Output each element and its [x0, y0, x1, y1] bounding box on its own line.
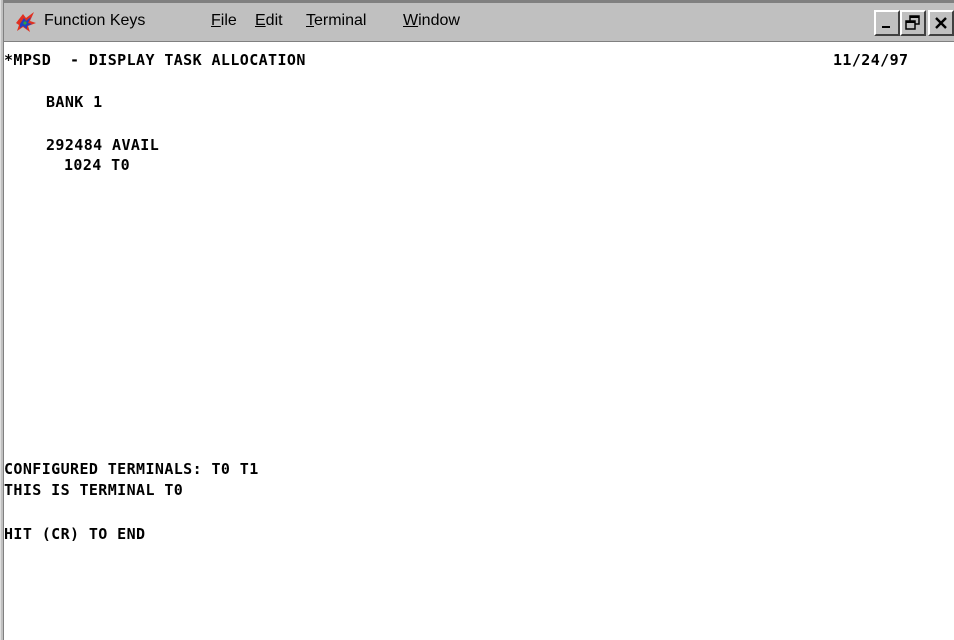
- menu-window-mnemonic: W: [403, 12, 419, 29]
- restore-button[interactable]: [900, 10, 926, 36]
- menu-bar: Function Keys File Edit Terminal Window: [4, 0, 954, 42]
- menu-file-mnemonic: F: [211, 12, 221, 29]
- minimize-icon: [882, 26, 890, 28]
- menu-function-keys[interactable]: Function Keys: [44, 12, 145, 30]
- end-prompt: HIT (CR) TO END: [4, 525, 146, 543]
- minimize-button[interactable]: [874, 10, 900, 36]
- menu-terminal[interactable]: Terminal: [306, 12, 366, 30]
- close-icon: [935, 17, 947, 29]
- menu-edit-label: dit: [265, 12, 283, 29]
- app-icon[interactable]: [14, 11, 38, 33]
- menu-edit[interactable]: Edit: [255, 12, 283, 30]
- screen-header-date: 11/24/97: [833, 51, 909, 69]
- task-allocation-line: 1024 T0: [64, 156, 131, 174]
- menu-file-label: ile: [220, 12, 237, 29]
- screen-header-title: *MPSD - DISPLAY TASK ALLOCATION: [4, 51, 306, 69]
- menu-edit-mnemonic: E: [255, 12, 266, 29]
- terminal-screen[interactable]: *MPSD - DISPLAY TASK ALLOCATION 11/24/97…: [4, 42, 954, 640]
- this-terminal-line: THIS IS TERMINAL T0: [4, 481, 184, 499]
- close-button[interactable]: [928, 10, 954, 36]
- terminal-window: Function Keys File Edit Terminal Window …: [0, 0, 954, 640]
- bank-label: BANK 1: [46, 93, 103, 111]
- menu-window-label: indow: [418, 12, 460, 29]
- configured-terminals-line: CONFIGURED TERMINALS: T0 T1: [4, 460, 259, 478]
- menu-terminal-mnemonic: T: [306, 12, 314, 29]
- avail-line: 292484 AVAIL: [46, 136, 160, 154]
- menu-window[interactable]: Window: [403, 12, 460, 30]
- menu-file[interactable]: File: [211, 12, 237, 30]
- restore-icon: [905, 15, 920, 30]
- menu-terminal-label: erminal: [314, 12, 367, 29]
